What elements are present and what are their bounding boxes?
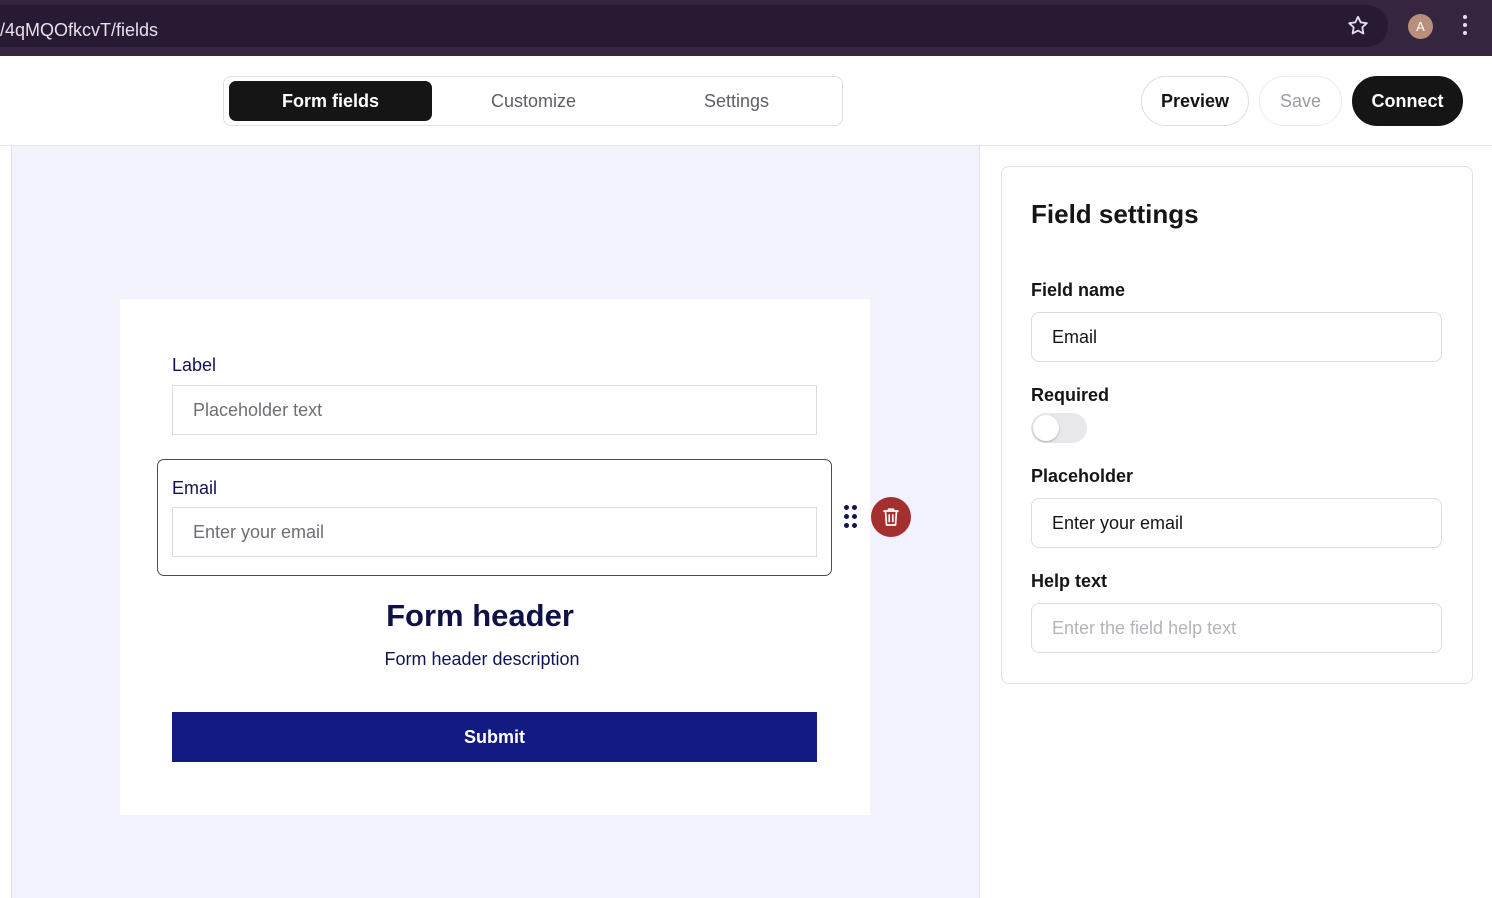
connect-button[interactable]: Connect [1352, 76, 1463, 126]
placeholder-input[interactable]: Enter your email [1031, 498, 1442, 548]
address-bar[interactable]: /4qMQOfkcvT/fields [0, 5, 1388, 47]
field-settings-title: Field settings [1031, 199, 1199, 229]
url-text[interactable]: /4qMQOfkcvT/fields [0, 20, 158, 41]
toggle-knob [1033, 415, 1059, 441]
email-field-input[interactable]: Enter your email [172, 507, 817, 557]
drag-handle-icon[interactable] [844, 505, 858, 531]
placeholder-label: Placeholder [1031, 466, 1134, 486]
canvas-left-gutter [0, 146, 12, 898]
required-toggle[interactable] [1031, 413, 1087, 443]
trash-icon [883, 508, 899, 526]
email-field-label: Email [172, 478, 218, 498]
field-name-input[interactable]: Email [1031, 312, 1442, 362]
form-header-description: Form header description [384, 649, 580, 669]
preview-button[interactable]: Preview [1141, 76, 1249, 126]
app-header: Form fields Customize Settings Preview S… [0, 56, 1492, 146]
editor-tabs: Form fields Customize Settings [223, 76, 843, 126]
bookmark-star-icon[interactable] [1346, 14, 1370, 38]
form-header-title: Form header [386, 598, 574, 633]
delete-field-button[interactable] [871, 497, 911, 537]
placeholder-field-input[interactable]: Placeholder text [172, 385, 817, 435]
required-label: Required [1031, 385, 1110, 405]
tab-customize[interactable]: Customize [432, 81, 635, 121]
submit-button[interactable]: Submit [172, 712, 817, 762]
browser-toolbar: /4qMQOfkcvT/fields A [0, 0, 1492, 56]
profile-avatar[interactable]: A [1408, 14, 1433, 39]
browser-menu-icon[interactable] [1462, 15, 1468, 37]
save-button[interactable]: Save [1259, 76, 1342, 126]
help-text-input[interactable]: Enter the field help text [1031, 603, 1442, 653]
tab-form-fields[interactable]: Form fields [229, 81, 432, 121]
field-label-generic: Label [172, 355, 217, 375]
field-name-label: Field name [1031, 280, 1126, 300]
tab-settings[interactable]: Settings [635, 81, 838, 121]
help-text-label: Help text [1031, 571, 1108, 591]
panel-divider [979, 146, 980, 898]
